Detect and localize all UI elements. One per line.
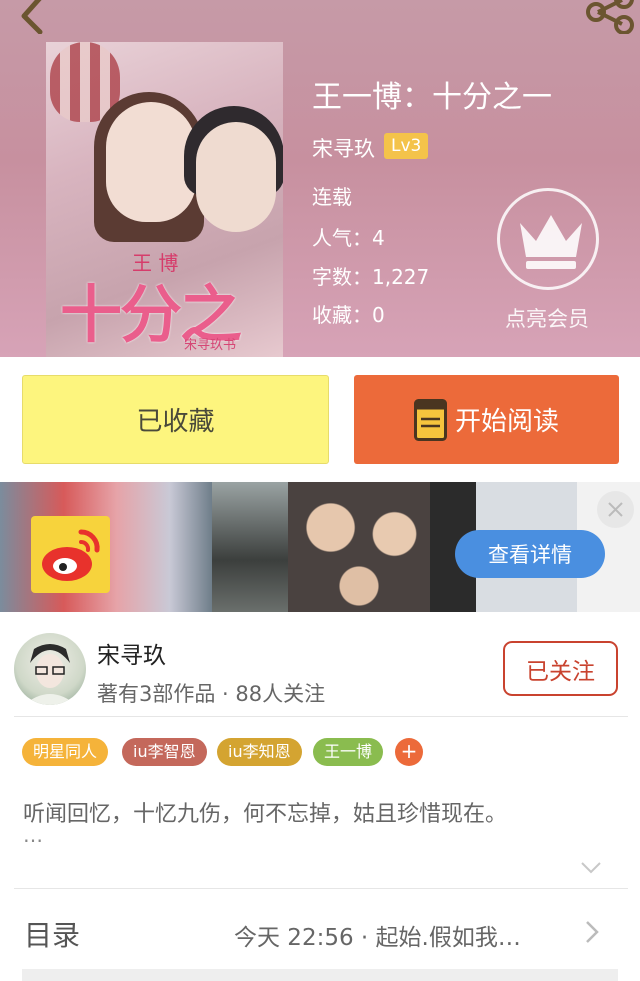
book-header: 王 博 十分之一 宋寻玖书 王一博：十分之一 宋寻玖 Lv3 连载 人气：4 字…: [0, 0, 640, 357]
divider: [14, 888, 628, 889]
writer-avatar[interactable]: [14, 633, 86, 705]
tag-chip[interactable]: iu李智恩: [122, 738, 207, 766]
toc-chevron-button[interactable]: [585, 920, 599, 948]
crown-icon: [520, 215, 582, 269]
ad-close-button[interactable]: [597, 491, 634, 528]
follow-button[interactable]: 已关注: [503, 641, 618, 696]
toc-label[interactable]: 目录: [24, 914, 80, 954]
chevron-left-icon: [21, 0, 43, 35]
writer-name[interactable]: 宋寻玖: [97, 636, 166, 670]
word-count-stat: 字数：1,227: [312, 265, 430, 289]
start-reading-label: 开始阅读: [454, 407, 559, 437]
chevron-right-icon: [586, 921, 599, 943]
back-button[interactable]: [12, 0, 52, 35]
ad-photo: [212, 482, 288, 612]
next-section-strip: [22, 969, 618, 981]
synopsis-ellipsis: …: [23, 823, 43, 847]
favorites-stat: 收藏：0: [312, 303, 385, 327]
tag-chip[interactable]: 明星同人: [22, 738, 109, 766]
popularity-stat: 人气：4: [312, 226, 385, 250]
cover-title: 十分之一: [60, 278, 242, 351]
view-details-label: 查看详情: [488, 543, 572, 567]
cover-author: 宋寻玖书: [184, 338, 237, 353]
book-cover[interactable]: 王 博 十分之一 宋寻玖书: [46, 42, 283, 357]
ad-photo: [288, 482, 430, 612]
tag-chip[interactable]: iu李知恩: [217, 738, 302, 766]
book-title: 王一博：十分之一: [312, 80, 552, 115]
serial-status: 连载: [312, 185, 352, 209]
close-icon: [608, 502, 623, 517]
add-tag-button[interactable]: +: [395, 738, 423, 766]
share-icon: [586, 0, 634, 35]
cover-art-figure: [196, 122, 276, 232]
chevron-down-icon: [581, 862, 601, 874]
expand-synopsis-button[interactable]: [580, 860, 602, 879]
level-badge: Lv3: [384, 133, 429, 159]
share-button[interactable]: [584, 0, 636, 35]
synopsis-text: 听闻回忆，十忆九伤，何不忘掉，姑且珍惜现在。: [23, 802, 508, 827]
follow-label: 已关注: [526, 658, 595, 685]
tag-chip[interactable]: 王一博: [313, 738, 384, 766]
book-icon: [413, 398, 447, 441]
latest-chapter[interactable]: 今天 22:56 · 起始.假如我…: [234, 918, 521, 952]
collect-button[interactable]: 已收藏: [22, 375, 329, 464]
author-name[interactable]: 宋寻玖: [312, 133, 375, 163]
weibo-icon: [31, 516, 110, 593]
collect-label: 已收藏: [136, 407, 215, 437]
cover-art-figure: [106, 102, 196, 222]
writer-stats: 著有3部作品 · 88人关注: [97, 682, 326, 706]
vip-button[interactable]: [497, 188, 599, 290]
view-details-button[interactable]: 查看详情: [455, 530, 605, 578]
divider: [14, 716, 628, 717]
vip-label[interactable]: 点亮会员: [505, 303, 589, 333]
start-reading-button[interactable]: 开始阅读: [354, 375, 619, 464]
